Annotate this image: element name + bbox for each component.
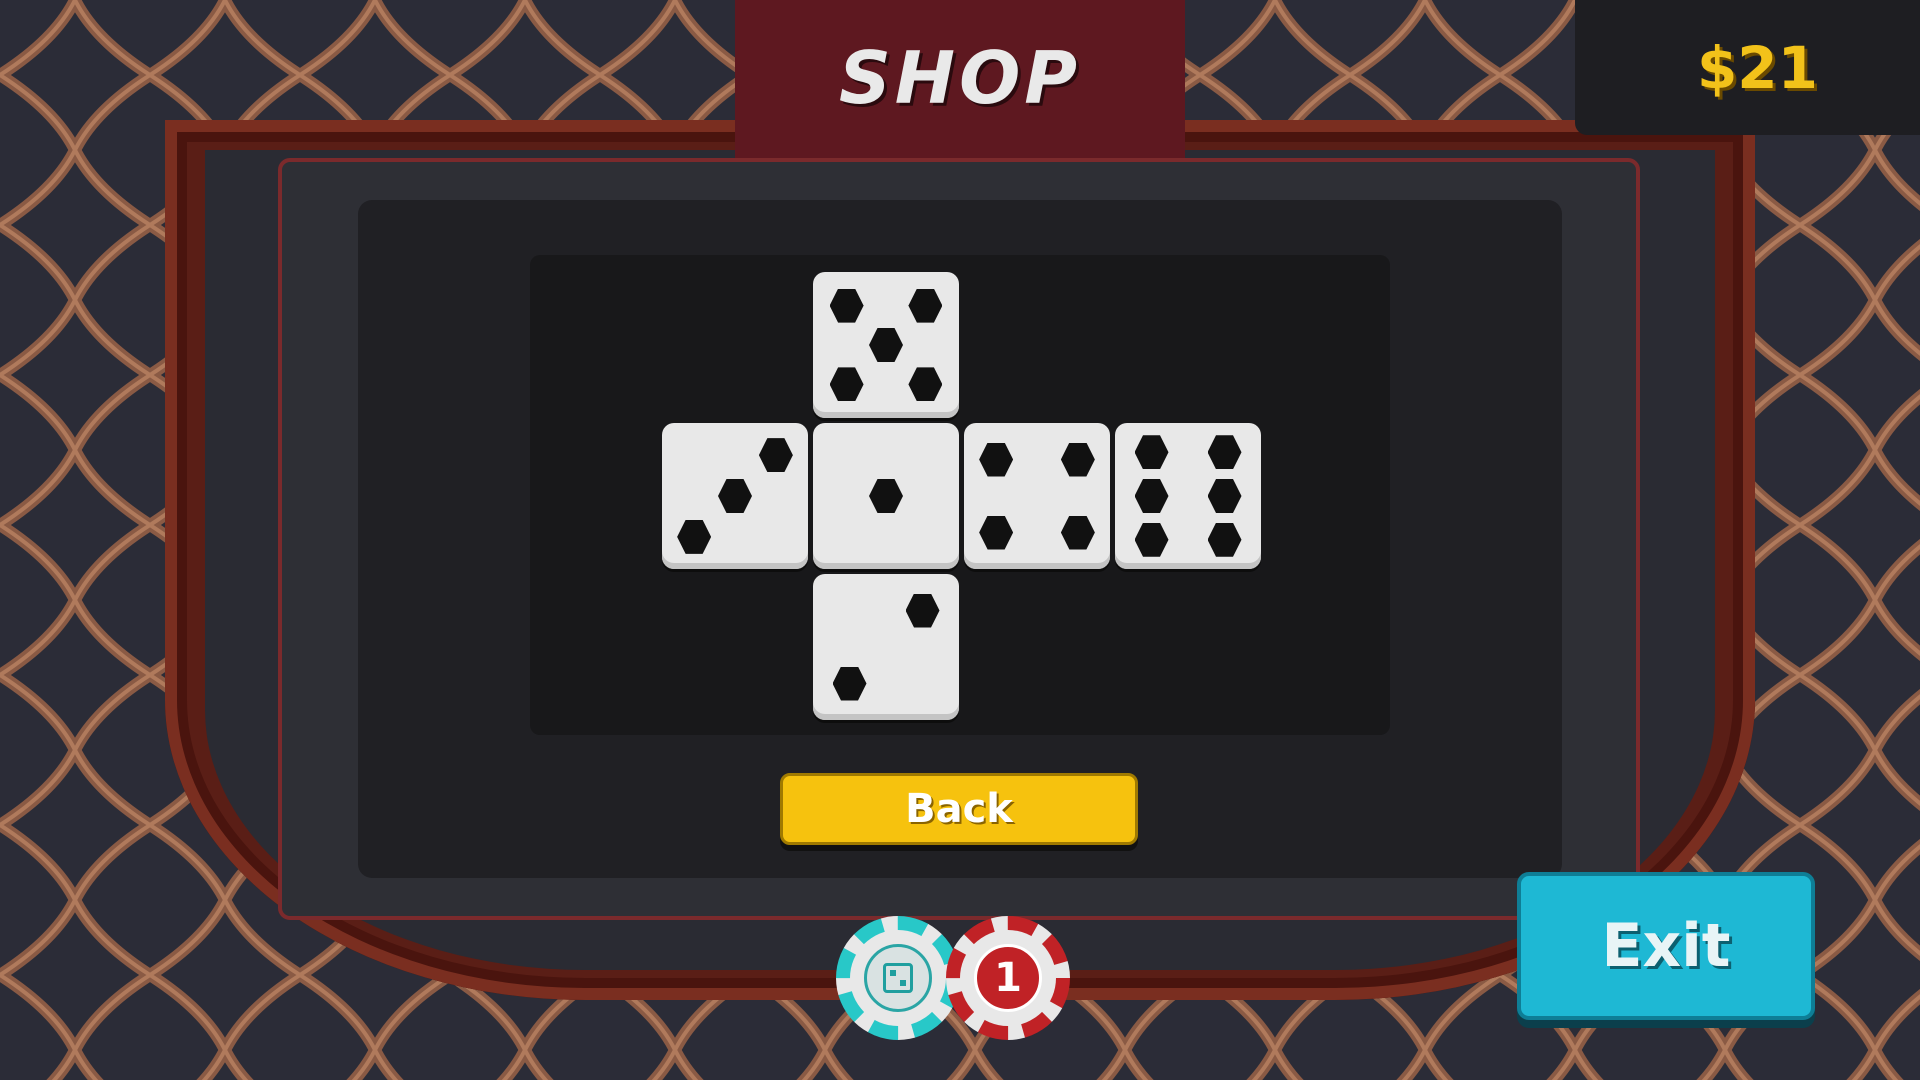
value-chip-center: 1 <box>974 944 1042 1012</box>
die-pip <box>832 666 867 701</box>
back-button[interactable]: Back <box>780 773 1138 845</box>
die-pip <box>979 515 1014 550</box>
die-pip <box>718 479 752 513</box>
die-pip <box>908 367 943 402</box>
shop-header-tab: SHOP <box>735 0 1185 160</box>
die-pip <box>869 479 903 513</box>
die-pip <box>829 367 864 402</box>
page-title: SHOP <box>838 36 1082 120</box>
die-pip <box>869 328 903 362</box>
exit-button[interactable]: Exit <box>1517 872 1815 1020</box>
value-chip[interactable]: 1 <box>946 916 1070 1040</box>
die-pip <box>908 288 943 323</box>
die-pip <box>1134 522 1169 557</box>
die-face-top <box>813 272 959 418</box>
money-display: $21 <box>1575 0 1920 135</box>
dice-chip[interactable] <box>836 916 960 1040</box>
dice-net-preview <box>530 255 1390 735</box>
die-pip <box>1207 435 1242 470</box>
die-face-left <box>662 423 808 569</box>
die-pip <box>1060 515 1095 550</box>
die-pip <box>1060 442 1095 477</box>
die-face-far-right <box>1115 423 1261 569</box>
die-face-bottom <box>813 574 959 720</box>
dice-chip-center <box>864 944 932 1012</box>
die-face-center <box>813 423 959 569</box>
die-pip <box>677 519 712 554</box>
die-pip <box>829 288 864 323</box>
die-pip <box>758 438 793 473</box>
die-pip <box>1134 479 1169 513</box>
money-amount: $21 <box>1696 33 1819 102</box>
die-face-right <box>964 423 1110 569</box>
die-pip <box>1207 479 1242 513</box>
dice-icon <box>883 963 913 993</box>
die-pip <box>1134 435 1169 470</box>
die-pip <box>1207 522 1242 557</box>
exit-button-label: Exit <box>1601 911 1731 981</box>
back-button-label: Back <box>905 786 1013 832</box>
chip-value: 1 <box>994 955 1022 1001</box>
die-pip <box>979 442 1014 477</box>
die-pip <box>905 593 940 628</box>
